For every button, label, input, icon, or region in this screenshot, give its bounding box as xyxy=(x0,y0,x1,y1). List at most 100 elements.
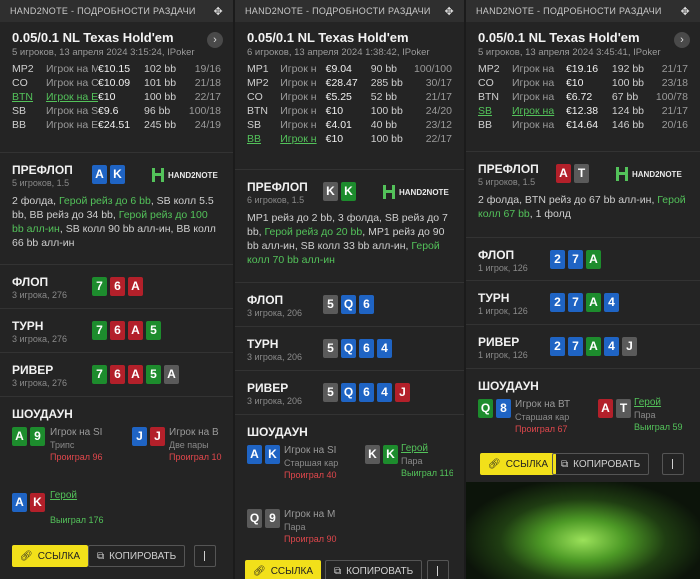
showdown-title: ШОУДАУН xyxy=(247,425,308,439)
more-button[interactable] xyxy=(194,545,216,567)
player-name: Игрок н xyxy=(280,105,317,117)
logo-text: HAND2NOTE xyxy=(632,169,682,179)
board-cards: 2 7 A 4 J xyxy=(550,337,637,356)
player-name: Игрок на xyxy=(511,105,555,117)
card: 6 xyxy=(359,383,374,402)
card: 7 xyxy=(92,321,107,340)
showdown-player[interactable]: AK Игрок на SI Старшая кар Проиграл 40 xyxy=(247,445,338,480)
card: K xyxy=(383,445,398,464)
showdown-section: ШОУДАУН A9 Игрок на SI Трипс Проиграл 96… xyxy=(0,397,233,535)
showdown-player-hero[interactable]: AT Герой Пара Выиграл 59 xyxy=(598,397,683,432)
player-row[interactable]: SB Игрок н €4.01 40 bb 23/12 xyxy=(247,118,452,132)
pin-icon[interactable]: ✥ xyxy=(680,5,690,18)
player-row[interactable]: BB Игрок на Е €24.51 245 bb 24/19 xyxy=(12,118,221,132)
card: 2 xyxy=(550,250,565,269)
player-row[interactable]: CO Игрок н €5.25 52 bb 21/17 xyxy=(247,90,452,104)
showdown-player[interactable]: A9 Игрок на SI Трипс Проиграл 96 xyxy=(12,427,103,462)
stack: €10 xyxy=(98,91,116,103)
result: Проиграл 90 xyxy=(284,534,337,544)
action-text: 2 фолда, BTN рейз до 67 bb алл-ин, xyxy=(478,194,658,206)
pos: CO xyxy=(247,91,263,103)
chevron-right-icon[interactable]: › xyxy=(207,32,223,48)
hole-cards: A T xyxy=(556,164,589,183)
card: 7 xyxy=(92,277,107,296)
pin-icon[interactable]: ✥ xyxy=(213,5,223,18)
copy-button[interactable]: ⧉ КОПИРОВАТЬ xyxy=(552,453,650,475)
pin-icon[interactable]: ✥ xyxy=(444,5,454,18)
preflop-actions: 2 фолда, Герой рейз до 6 bb, SB колл 5.5… xyxy=(12,194,221,250)
result: Проиграл 67 xyxy=(515,424,568,434)
player-row[interactable]: MP1 Игрок н €9.04 90 bb 100/100 xyxy=(247,62,452,76)
pos: MP2 xyxy=(478,63,500,75)
player-row[interactable]: MP2 Игрок н €28.47 285 bb 30/17 xyxy=(247,76,452,90)
player-name: Игрок на xyxy=(511,91,555,103)
result: Проиграл 40 xyxy=(284,470,337,480)
showdown-player[interactable]: JJ Игрок на В Две пары Проиграл 10 xyxy=(132,427,222,462)
result: Проиграл 10 xyxy=(169,452,222,462)
stack-bb: 285 bb xyxy=(370,77,403,89)
stats: 23/18 xyxy=(661,77,688,89)
card: 5 xyxy=(146,321,161,340)
stats: 100/18 xyxy=(188,105,221,117)
pos: CO xyxy=(478,77,494,89)
link-icon: 🔗︎ xyxy=(488,458,501,470)
stake-title: 0.05/0.1 NL Texas Hold'em xyxy=(478,30,640,45)
turn-section: ТУРН 3 игрока, 276 7 6 A 5 xyxy=(0,309,233,353)
stats: 22/17 xyxy=(425,133,452,145)
hero-row[interactable]: BTN Игрок на Е €10 100 bb 22/17 xyxy=(12,90,221,104)
hero-row[interactable]: BB Игрок н €10 100 bb 22/17 xyxy=(247,132,452,146)
link-button[interactable]: 🔗︎ ССЫЛКА xyxy=(245,560,322,579)
more-button[interactable] xyxy=(427,560,449,579)
link-button[interactable]: 🔗︎ ССЫЛКА xyxy=(12,545,89,567)
stack: €12.38 xyxy=(565,105,599,117)
copy-button[interactable]: ⧉ КОПИРОВАТЬ xyxy=(325,560,423,579)
player-name: Игрок на Е xyxy=(46,91,98,103)
pos: SB xyxy=(247,119,262,131)
player-row[interactable]: BB Игрок на €14.64 146 bb 20/16 xyxy=(478,118,688,132)
card: 5 xyxy=(146,365,161,384)
chevron-right-icon[interactable]: › xyxy=(674,32,690,48)
stack: €6.72 xyxy=(565,91,593,103)
player-row[interactable]: CO Игрок на €10 100 bb 23/18 xyxy=(478,76,688,90)
pos: CO xyxy=(12,77,28,89)
copy-button[interactable]: ⧉ КОПИРОВАТЬ xyxy=(88,545,186,567)
showdown-player-hero[interactable]: AK Герой Выиграл 176 xyxy=(12,490,104,525)
player-row[interactable]: BTN Игрок на €6.72 67 bb 100/78 xyxy=(478,90,688,104)
card: A xyxy=(598,399,613,418)
player-row[interactable]: MP2 Игрок на М €10.15 102 bb 19/16 xyxy=(12,62,221,76)
showdown-player[interactable]: Q9 Игрок на М Пара Проиграл 90 xyxy=(247,509,337,544)
more-button[interactable] xyxy=(662,453,684,475)
stack-bb: 90 bb xyxy=(370,63,398,75)
player-name: Игрок н xyxy=(280,119,317,131)
player-row[interactable]: BTN Игрок н €10 100 bb 24/20 xyxy=(247,104,452,118)
player-row[interactable]: CO Игрок на С €10.09 101 bb 21/18 xyxy=(12,76,221,90)
stack: €19.16 xyxy=(565,63,599,75)
hole-cards: K K xyxy=(323,182,356,201)
showdown-player-hero[interactable]: KK Герой Пара Выиграл 116 xyxy=(365,443,453,478)
stats: 21/17 xyxy=(661,105,688,117)
card: 9 xyxy=(265,509,280,528)
card: 6 xyxy=(359,339,374,358)
stack: €4.01 xyxy=(325,119,352,131)
player-row[interactable]: SB Игрок на S €9.6 96 bb 100/18 xyxy=(12,104,221,118)
showdown-player[interactable]: Q8 Игрок на ВТ Старшая кар Проиграл 67 xyxy=(478,399,570,434)
card: 7 xyxy=(92,365,107,384)
button-label: ССЫЛКА xyxy=(37,550,81,562)
link-button[interactable]: 🔗︎ ССЫЛКА xyxy=(480,453,557,475)
copy-icon: ⧉ xyxy=(97,550,105,562)
card: 9 xyxy=(30,427,45,446)
card: A xyxy=(12,427,27,446)
card: 2 xyxy=(550,337,565,356)
stats: 21/17 xyxy=(661,63,688,75)
card: A xyxy=(586,250,601,269)
hero-row[interactable]: SB Игрок на €12.38 124 bb 21/17 xyxy=(478,104,688,118)
hand-header: 0.05/0.1 NL Texas Hold'em 5 игроков, 13 … xyxy=(0,22,233,153)
river-section: РИВЕР 3 игрока, 206 5 Q 6 4 J xyxy=(235,371,464,415)
player-row[interactable]: MP2 Игрок на €19.16 192 bb 21/17 xyxy=(478,62,688,76)
card: A xyxy=(92,165,107,184)
stack: €9.6 xyxy=(98,105,119,117)
h-logo-icon xyxy=(152,168,164,182)
button-label: ССЫЛКА xyxy=(505,458,549,470)
result: Выиграл 176 xyxy=(50,515,104,525)
player-name: Игрок на S xyxy=(46,105,98,117)
